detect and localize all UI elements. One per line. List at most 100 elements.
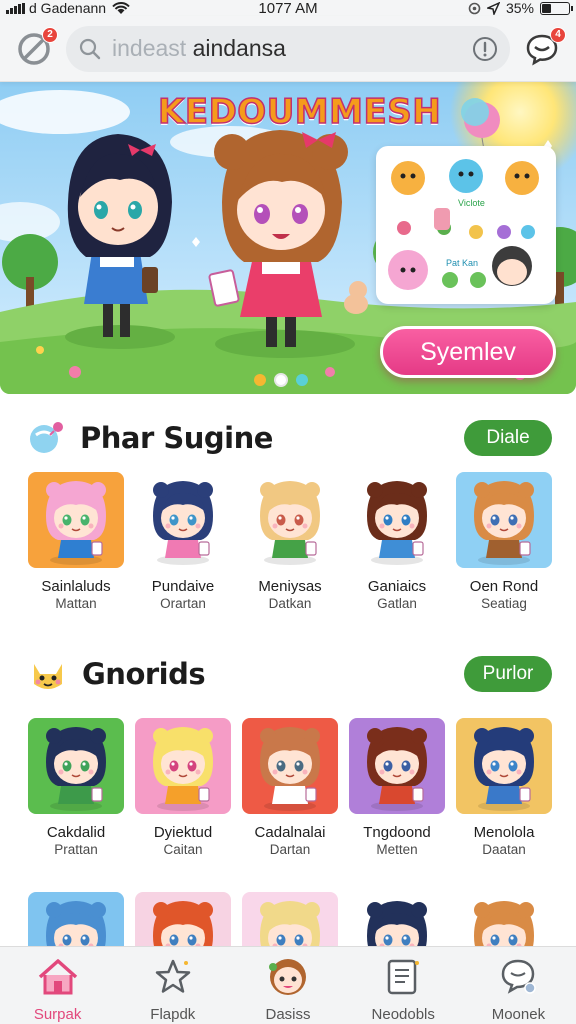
character-name: Meniysas (258, 578, 322, 595)
app-screen: d Gadenann 1077 AM 35% 2 indeast aindans… (0, 0, 576, 1024)
character-subtitle: Orartan (160, 596, 206, 611)
character-thumbnail[interactable] (456, 472, 552, 568)
character-subtitle: Metten (376, 842, 418, 857)
section-action-button[interactable]: Diale (464, 420, 552, 456)
sync-icon (468, 2, 481, 14)
character-thumbnail[interactable] (456, 718, 552, 814)
signal-icon (6, 2, 25, 14)
character-art (153, 481, 213, 565)
character-art (474, 481, 534, 565)
chat-bubble-icon (498, 957, 538, 1002)
banner-cta-button[interactable]: Syemlev (380, 326, 556, 378)
carousel-dot[interactable] (296, 374, 308, 386)
notification-button[interactable]: 2 (14, 26, 58, 69)
character-thumbnail[interactable] (135, 472, 231, 568)
character-thumbnail[interactable] (349, 472, 445, 568)
chat-button[interactable]: 4 (522, 26, 566, 69)
chat-badge: 4 (550, 26, 566, 43)
battery-percent: 35% (505, 0, 534, 16)
section-header-1: Phar Sugine Diale (28, 418, 552, 458)
wifi-icon (112, 1, 130, 14)
sticker-pack-preview[interactable]: Viclote Pat Kan (376, 146, 556, 304)
character-thumbnail[interactable] (242, 472, 338, 568)
character-card[interactable]: Dyiektud Caitan (135, 718, 231, 857)
character-subtitle: Dartan (269, 842, 311, 857)
character-thumbnail[interactable] (349, 718, 445, 814)
character-name: Oen Rond (469, 578, 539, 595)
section-title: Gnorids (82, 657, 206, 691)
nav-label: Dasiss (265, 1006, 311, 1023)
document-icon (384, 957, 422, 1002)
location-arrow-icon (486, 1, 500, 15)
character-card[interactable]: Tngdoond Metten (349, 718, 445, 857)
character-name: Cadalnalai (254, 824, 326, 841)
character-art (367, 727, 427, 811)
character-card[interactable]: Cakdalid Prattan (28, 718, 124, 857)
nav-label: Surpak (33, 1006, 82, 1023)
character-subtitle: Daatan (482, 842, 526, 857)
character-thumbnail[interactable] (135, 718, 231, 814)
character-subtitle: Datkan (268, 596, 312, 611)
search-bar[interactable]: indeast aindansa (66, 25, 510, 72)
nav-label: Neodobls (371, 1006, 435, 1023)
nav-label: Moonek (491, 1006, 546, 1023)
carousel-dot[interactable] (254, 374, 266, 386)
character-thumbnail[interactable] (28, 718, 124, 814)
section-title: Phar Sugine (80, 421, 273, 455)
carousel-dot[interactable] (274, 373, 288, 387)
character-subtitle: Prattan (54, 842, 98, 857)
character-card[interactable]: Menolola Daatan (456, 718, 552, 857)
search-placeholder: indeast (112, 35, 187, 61)
section-header-2: Gnorids Purlor (28, 654, 552, 694)
voice-search-icon[interactable] (472, 36, 498, 62)
carousel-indicator[interactable] (254, 373, 308, 387)
carrier-name: d Gadenann (29, 0, 107, 16)
character-card[interactable]: Meniysas Datkan (242, 472, 338, 611)
character-art (153, 727, 213, 811)
character-name: Ganiaics (367, 578, 427, 595)
nav-item-neodobls[interactable]: Neodobls (346, 947, 461, 1024)
nav-item-moonek[interactable]: Moonek (461, 947, 576, 1024)
nav-item-dasiss[interactable]: Dasiss (230, 947, 345, 1024)
featured-banner[interactable]: KEDOUMMESH Viclote Pat Kan Syemlev (0, 82, 576, 394)
character-name: Pundaive (151, 578, 215, 595)
battery-icon (540, 1, 573, 15)
character-card[interactable]: Cadalnalai Dartan (242, 718, 338, 857)
nav-label: Flapdk (150, 1006, 196, 1023)
character-card[interactable]: Pundaive Orartan (135, 472, 231, 611)
home-icon (36, 957, 80, 1002)
sticker-pack-art (388, 159, 539, 290)
banner-title: KEDOUMMESH (157, 91, 442, 133)
character-name: Cakdalid (46, 824, 106, 841)
bottom-navigation: Surpak Flapdk Dasiss Neodobls Moonek (0, 946, 576, 1024)
character-subtitle: Mattan (55, 596, 97, 611)
character-thumbnail[interactable] (28, 472, 124, 568)
character-subtitle: Gatlan (377, 596, 417, 611)
star-icon (153, 957, 193, 1002)
character-thumbnail[interactable] (242, 718, 338, 814)
top-app-bar: 2 indeast aindansa 4 (0, 16, 576, 82)
character-card[interactable]: Sainlaluds Mattan (28, 472, 124, 611)
character-card[interactable]: Oen Rond Seatiag (456, 472, 552, 611)
candy-icon (30, 422, 63, 453)
character-name: Menolola (473, 824, 535, 841)
search-input[interactable]: indeast aindansa (112, 35, 462, 62)
character-art (367, 481, 427, 565)
character-name: Dyiektud (153, 824, 213, 841)
cat-face-icon (34, 664, 62, 689)
avatar-icon (265, 957, 311, 1002)
character-art (260, 727, 320, 811)
section-action-button[interactable]: Purlor (464, 656, 552, 692)
sticker-label-1: Viclote (458, 198, 485, 208)
nav-item-surpak[interactable]: Surpak (0, 947, 115, 1024)
character-art (46, 727, 106, 811)
character-card[interactable]: Ganiaics Gatlan (349, 472, 445, 611)
search-icon (79, 38, 101, 59)
character-art (46, 481, 106, 565)
notification-badge: 2 (42, 26, 58, 43)
character-name: Tngdoond (363, 824, 431, 841)
nav-item-flapdk[interactable]: Flapdk (115, 947, 230, 1024)
character-subtitle: Seatiag (481, 596, 527, 611)
search-query: aindansa (192, 35, 286, 61)
character-name: Sainlaluds (41, 578, 111, 595)
